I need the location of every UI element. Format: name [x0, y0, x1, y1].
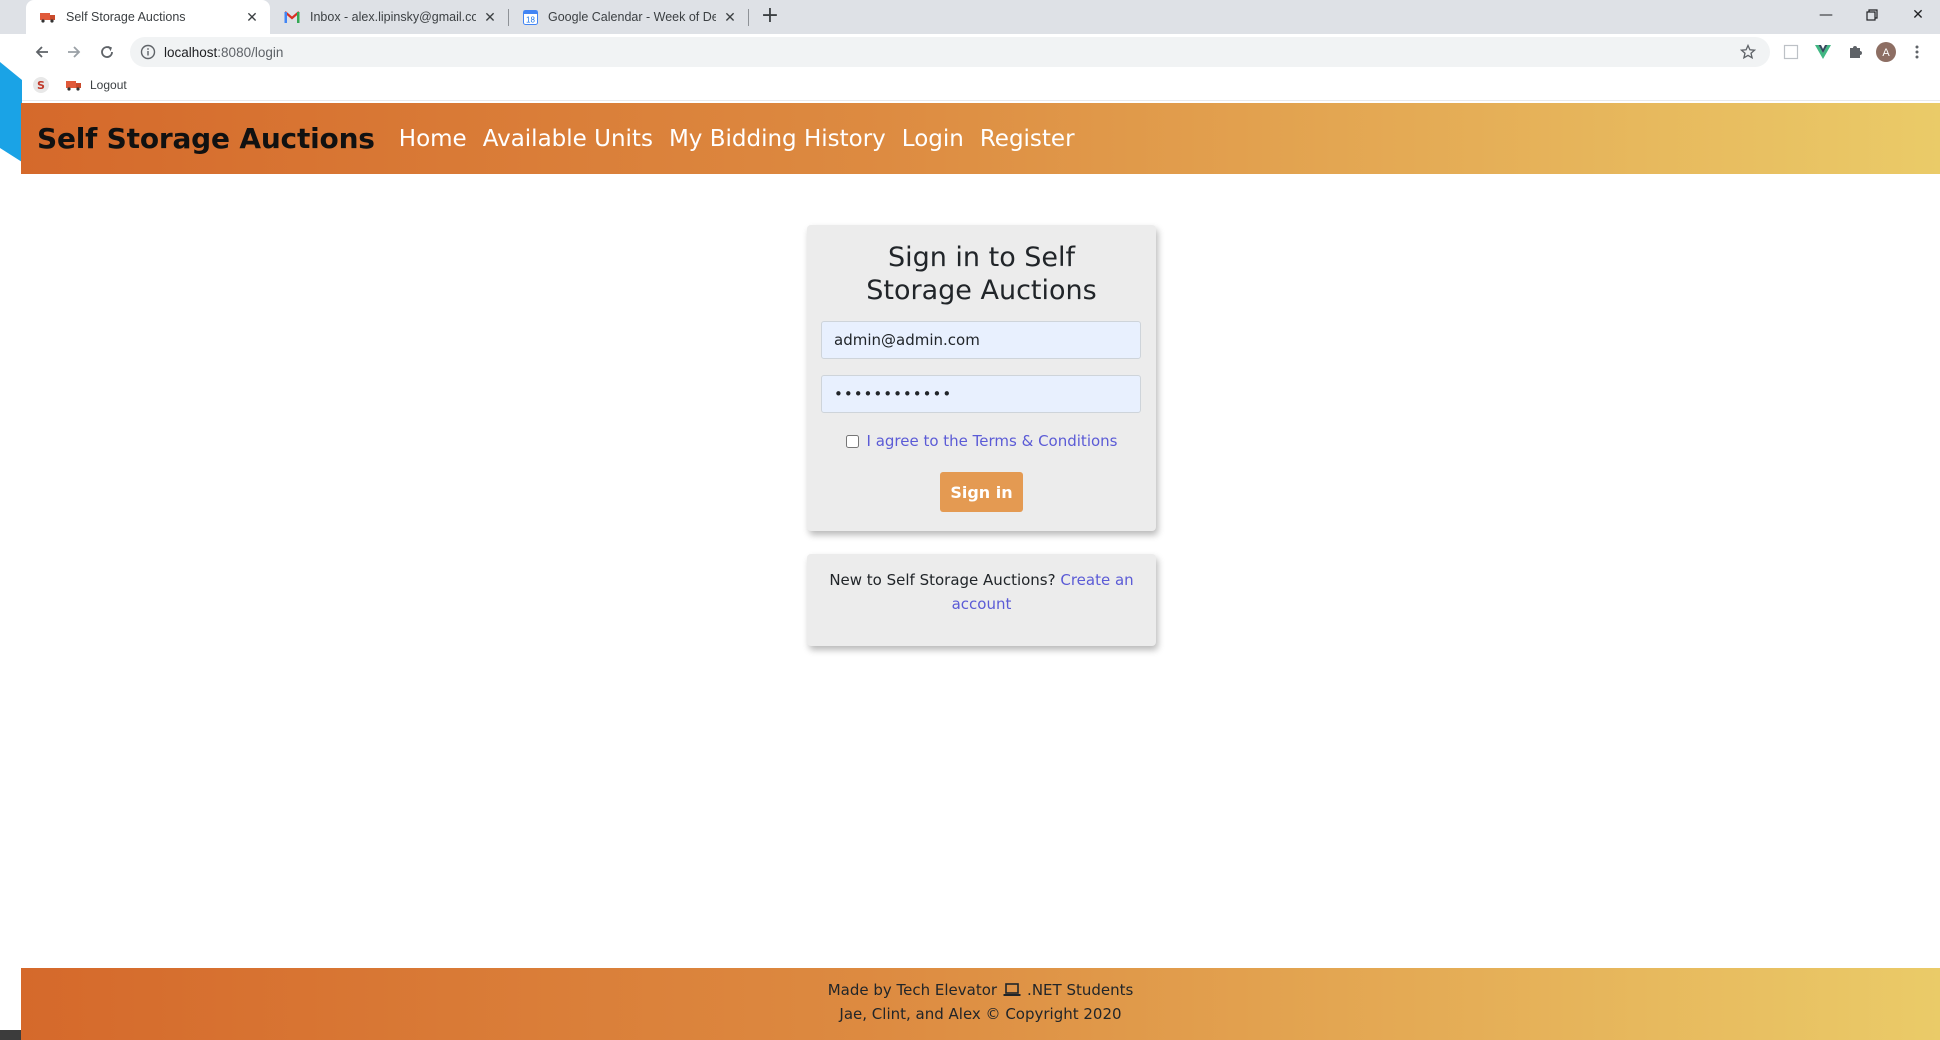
email-field[interactable] — [821, 321, 1141, 359]
profile-avatar[interactable]: A — [1876, 42, 1896, 62]
login-card: Sign in to Self Storage Auctions I agree… — [807, 225, 1156, 531]
nav-link-register[interactable]: Register — [980, 126, 1075, 152]
reload-icon[interactable] — [95, 40, 119, 64]
register-prompt: New to Self Storage Auctions? — [829, 571, 1056, 589]
svg-text:S: S — [37, 79, 45, 92]
footer-credits: Made by Tech Elevator .NET Students — [21, 981, 1940, 999]
chrome-menu-icon[interactable] — [1908, 43, 1926, 61]
tab-title: Self Storage Auctions — [66, 10, 186, 24]
tab-title: Inbox - alex.lipinsky@gmail.com — [310, 10, 476, 24]
nav-link-home[interactable]: Home — [399, 126, 467, 152]
footer-copyright: Jae, Clint, and Alex © Copyright 2020 — [839, 1005, 1122, 1023]
terms-row: I agree to the Terms & Conditions — [807, 432, 1156, 450]
bookmarks-bar: S Logout — [0, 70, 1940, 101]
close-tab-icon[interactable]: ✕ — [722, 9, 738, 25]
browser-tab-calendar[interactable]: 18 Google Calendar - Week of Dece ✕ — [508, 0, 748, 34]
bookmark-s[interactable]: S — [33, 74, 49, 96]
vue-devtools-icon[interactable] — [1814, 43, 1832, 61]
browser-tab-self-storage[interactable]: Self Storage Auctions ✕ — [26, 0, 270, 34]
truck-favicon-icon — [40, 9, 56, 25]
bookmark-star-icon[interactable] — [1740, 44, 1756, 60]
svg-text:A: A — [1882, 47, 1890, 59]
footer-made-by: Made by Tech Elevator — [827, 981, 998, 999]
extensions-puzzle-icon[interactable] — [1846, 43, 1864, 61]
decorative-accent — [0, 62, 22, 162]
site-footer: Made by Tech Elevator .NET Students Jae,… — [21, 968, 1940, 1040]
tab-title: Google Calendar - Week of Dece — [548, 10, 716, 24]
address-bar[interactable]: localhost:8080/login — [130, 37, 1770, 67]
password-field[interactable] — [821, 375, 1141, 413]
browser-toolbar: localhost:8080/login A — [0, 34, 1940, 70]
close-window-icon[interactable]: ✕ — [1898, 0, 1938, 30]
login-title: Sign in to Self Storage Auctions — [866, 242, 1097, 306]
gmail-favicon-icon — [284, 9, 300, 25]
truck-favicon-icon — [66, 81, 81, 91]
terms-label[interactable]: I agree to the Terms & Conditions — [867, 432, 1118, 450]
calendar-favicon-icon: 18 — [522, 9, 538, 25]
close-tab-icon[interactable]: ✕ — [482, 9, 498, 25]
site-brand[interactable]: Self Storage Auctions — [37, 122, 375, 155]
bookmark-label: Logout — [90, 78, 127, 92]
nav-link-available-units[interactable]: Available Units — [483, 126, 653, 152]
nav-links: Home Available Units My Bidding History … — [399, 126, 1091, 152]
back-icon[interactable] — [30, 40, 54, 64]
register-prompt-block: New to Self Storage Auctions? Create an … — [827, 568, 1136, 616]
s-favicon-icon: S — [33, 77, 49, 93]
laptop-icon — [1003, 983, 1021, 997]
taskbar-edge — [0, 1030, 21, 1040]
url-text: localhost:8080/login — [164, 44, 284, 60]
sign-in-button[interactable]: Sign in — [940, 472, 1023, 512]
minimize-window-icon[interactable]: — — [1806, 0, 1846, 30]
close-tab-icon[interactable]: ✕ — [244, 9, 260, 25]
nav-link-login[interactable]: Login — [902, 126, 964, 152]
extension-placeholder-icon[interactable] — [1782, 43, 1800, 61]
restore-window-icon[interactable] — [1852, 0, 1892, 30]
register-card: New to Self Storage Auctions? Create an … — [807, 554, 1156, 646]
footer-students: .NET Students — [1027, 981, 1134, 999]
svg-text:18: 18 — [526, 15, 535, 24]
tab-separator — [748, 9, 749, 26]
browser-tab-gmail[interactable]: Inbox - alex.lipinsky@gmail.com ✕ — [270, 0, 508, 34]
terms-checkbox[interactable] — [845, 434, 859, 448]
bookmark-logout[interactable]: Logout — [66, 74, 127, 96]
forward-icon[interactable] — [62, 40, 86, 64]
site-navbar: Self Storage Auctions Home Available Uni… — [21, 103, 1940, 174]
new-tab-button[interactable]: + — [758, 5, 782, 29]
browser-tab-strip: Self Storage Auctions ✕ Inbox - alex.lip… — [0, 0, 1940, 34]
site-info-icon[interactable] — [140, 44, 156, 60]
nav-link-my-bidding-history[interactable]: My Bidding History — [669, 126, 886, 152]
